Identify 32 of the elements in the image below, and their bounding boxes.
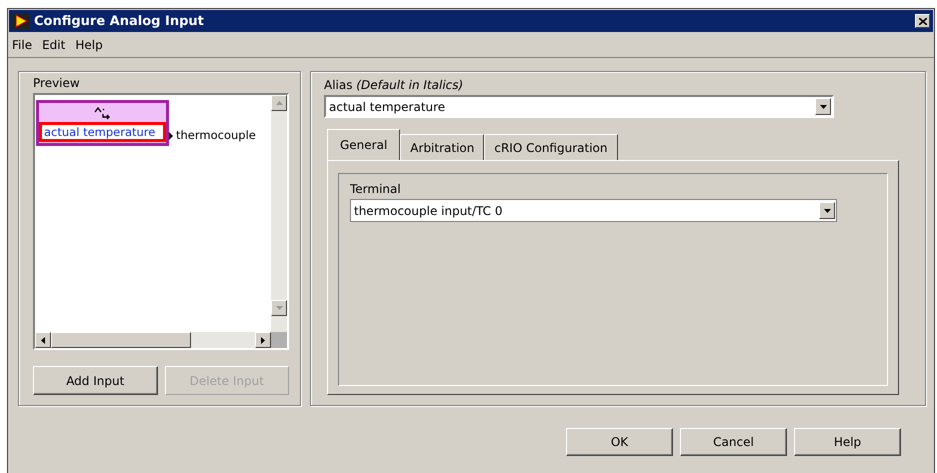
up-arrow-icon [276,101,282,105]
analog-signal-icon [94,106,112,120]
tab[interactable]: General [327,129,400,160]
help-button[interactable]: Help [794,428,901,456]
add-input-button[interactable]: Add Input [33,366,158,395]
tab[interactable]: Arbitration [400,134,484,160]
down-arrow-icon [276,306,282,310]
window-title: Configure Analog Input [34,14,205,28]
menu-item[interactable]: File [12,38,32,52]
ok-button[interactable]: OK [566,428,673,456]
app-icon [12,13,30,29]
vertical-scrollbar[interactable] [271,95,287,332]
preview-label: Preview [33,76,81,90]
menu-item[interactable]: Help [75,38,103,52]
terminal-field-label: Terminal [350,182,402,196]
dropdown-arrow-icon [824,208,830,212]
tab[interactable]: cRIO Configuration [484,134,618,160]
alias-label: actual temperature [39,122,166,142]
cancel-button[interactable]: Cancel [680,428,787,456]
left-arrow-icon [41,336,45,344]
terminal-dropdown[interactable]: thermocouple input/TC 0 [350,199,837,222]
menu-item[interactable]: Edit [42,38,66,52]
close-icon [918,18,926,24]
alias-field-label: Alias (Default in Italics) [324,78,464,92]
dropdown-arrow-icon [820,104,826,108]
terminal-arrow-icon [169,132,173,140]
scrollbar-corner [271,332,287,348]
horizontal-scrollbar[interactable] [35,332,271,348]
terminal-label: thermocouple [176,128,256,142]
right-arrow-icon [261,336,265,344]
close-button[interactable] [915,14,930,28]
alias-dropdown[interactable]: actual temperature [324,95,834,118]
